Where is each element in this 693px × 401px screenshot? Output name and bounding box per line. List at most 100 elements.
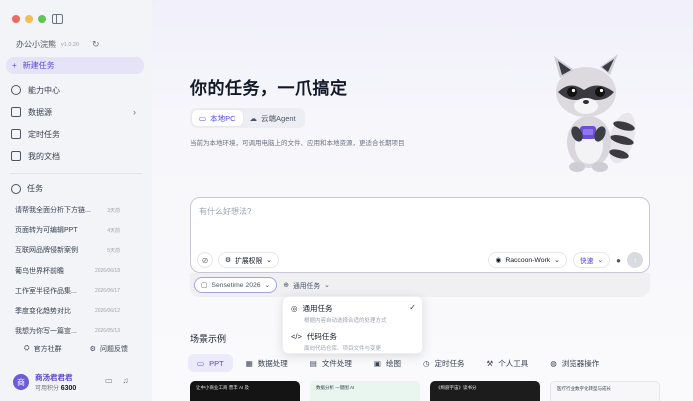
maximize-window-button[interactable] bbox=[38, 15, 46, 23]
scene-card-title: 数据分析 一键图 AI bbox=[316, 385, 355, 390]
agent-label: Raccoon-Work bbox=[505, 256, 551, 264]
sidebar-item-capability[interactable]: 能力中心 bbox=[0, 79, 152, 101]
task-title: 请帮我全面分析下方链... bbox=[15, 207, 91, 215]
task-title: 季度变化趋势对比 bbox=[15, 308, 71, 316]
tasks-heading: 任务 bbox=[11, 183, 43, 194]
category-tabs: ▭ PPT ▦ 数据处理 ▤ 文件处理 ▣ 绘图 ◷ 定时任务 ⚒ 个人工具 ◍… bbox=[188, 353, 608, 373]
task-item[interactable]: 互联网品牌侵新案例 5天前 bbox=[0, 240, 152, 260]
tab-browser[interactable]: ◍ 浏览器操作 bbox=[541, 354, 608, 372]
chevron-down-icon: ⌄ bbox=[264, 282, 271, 289]
send-button[interactable]: ↑ bbox=[627, 252, 643, 268]
sidebar-nav: 能力中心 数据源 › 定时任务 我的文档 bbox=[0, 79, 152, 167]
raccoon-icon: ◉ bbox=[495, 257, 502, 264]
task-item[interactable]: 工作室半径作品集... 2026/06/17 bbox=[0, 281, 152, 301]
community-link[interactable]: ⛭ 官方社群 bbox=[24, 344, 62, 354]
microphone-icon[interactable]: ● bbox=[616, 256, 621, 265]
sidebar-divider bbox=[10, 173, 142, 174]
sidebar-item-scheduled[interactable]: 定时任务 bbox=[0, 123, 152, 145]
raccoon-mascot-image bbox=[554, 54, 636, 172]
option-desc: 面向代码仓库、项目文件与变更 bbox=[304, 346, 382, 352]
tab-label: 云端Agent bbox=[261, 113, 296, 123]
option-title: 通用任务 bbox=[302, 304, 333, 313]
dropdown-option-general[interactable]: ◎ 通用任务 根据内容自动选择合适的处理方式 ✓ bbox=[291, 303, 416, 324]
scene-card-title: 医疗行业数字化转型与成长 bbox=[557, 386, 611, 391]
paperclip-icon: ⊘ bbox=[201, 255, 209, 265]
scene-card[interactable]: 《绚丽宇宙》读书分 bbox=[430, 381, 540, 401]
cloud-icon: ☁ bbox=[249, 113, 258, 123]
sidebar-item-label: 定时任务 bbox=[28, 129, 60, 139]
expand-permission-button[interactable]: ⚙ 扩展权限 ⌄ bbox=[218, 252, 279, 268]
arrow-up-icon: ↑ bbox=[633, 255, 637, 265]
database-icon bbox=[11, 107, 21, 117]
sidebar-item-label: 我的文档 bbox=[28, 151, 60, 161]
avatar: 商 bbox=[13, 374, 29, 390]
user-profile[interactable]: 商 商汤君君君 可用积分 6300 bbox=[13, 372, 76, 392]
monitor-icon: ▭ bbox=[199, 113, 207, 123]
prompt-actions: ⊘ ⚙ 扩展权限 ⌄ ◉ Raccoon-Work ⌄ 快速 ⌄ ● ↑ bbox=[197, 252, 643, 268]
wallet-icon[interactable]: ▭ bbox=[105, 376, 113, 385]
dropdown-option-code[interactable]: </> 代码任务 面向代码仓库、项目文件与变更 bbox=[291, 331, 416, 352]
task-title: 页面转为可编辑PPT bbox=[15, 227, 78, 235]
task-type-select[interactable]: ⊕ 通用任务 ⌄ bbox=[283, 280, 330, 290]
tab-ppt[interactable]: ▭ PPT bbox=[188, 354, 233, 372]
minimize-window-button[interactable] bbox=[25, 15, 33, 23]
tab-local-pc[interactable]: ▭ 本地PC bbox=[192, 110, 243, 126]
task-date: 2026/05/13 bbox=[94, 328, 120, 335]
settings-icon: ⚙ bbox=[225, 257, 232, 264]
environment-hint: 当前为本地环境，可调用电脑上的文件、应用和本地资源，更适合长期项目 bbox=[190, 140, 405, 147]
sidebar-item-documents[interactable]: 我的文档 bbox=[0, 145, 152, 167]
prompt-input[interactable]: 有什么好想法? bbox=[199, 206, 251, 217]
sidebar: 办公小浣熊 v1.0.20 ↻ + 新建任务 能力中心 数据源 › 定时任务 我… bbox=[0, 0, 152, 401]
model-select[interactable]: ▢ Sensetime 2026 ⌄ bbox=[194, 277, 278, 293]
speed-label: 快速 bbox=[579, 258, 594, 265]
tab-label: 个人工具 bbox=[498, 358, 529, 368]
feedback-link[interactable]: ⚙ 问题反馈 bbox=[90, 344, 128, 354]
new-task-label: 新建任务 bbox=[22, 61, 55, 70]
scene-card[interactable]: 数据分析 一键图 AI bbox=[310, 381, 420, 401]
speed-select[interactable]: 快速 ⌄ bbox=[572, 252, 611, 268]
globe-icon: ◍ bbox=[550, 358, 557, 368]
user-name: 商汤君君君 bbox=[35, 373, 73, 382]
brand-name: 办公小浣熊 bbox=[16, 40, 56, 49]
sidebar-toggle-icon[interactable] bbox=[52, 14, 63, 24]
task-title: 我想为你写一篇宣... bbox=[15, 328, 77, 336]
tab-cloud-agent[interactable]: ☁ 云端Agent bbox=[243, 110, 303, 126]
tab-file-processing[interactable]: ▤ 文件处理 bbox=[301, 354, 361, 372]
chevron-down-icon: ⌄ bbox=[266, 257, 272, 264]
attach-button[interactable]: ⊘ bbox=[197, 252, 213, 268]
page-title: 你的任务，一爪搞定 bbox=[190, 79, 348, 98]
task-item[interactable]: 季度变化趋势对比 2026/06/12 bbox=[0, 301, 152, 321]
chevron-down-icon: ⌄ bbox=[554, 257, 560, 264]
close-window-button[interactable] bbox=[12, 15, 20, 23]
task-date: 2026/06/18 bbox=[94, 267, 120, 274]
tab-scheduled[interactable]: ◷ 定时任务 bbox=[414, 354, 474, 372]
chevron-right-icon: › bbox=[133, 107, 136, 117]
scene-card[interactable]: 让中小商业工商 营丰 AI 及 bbox=[190, 381, 300, 401]
task-item[interactable]: 页面转为可编辑PPT 4天前 bbox=[0, 220, 152, 240]
agent-select[interactable]: ◉ Raccoon-Work ⌄ bbox=[488, 252, 567, 268]
new-task-button[interactable]: + 新建任务 bbox=[6, 57, 144, 74]
task-item[interactable]: 请帮我全面分析下方链... 3天前 bbox=[0, 200, 152, 220]
version-label: v1.0.20 bbox=[61, 41, 80, 48]
task-item[interactable]: 葡乌世界杯前瞻 2026/06/18 bbox=[0, 261, 152, 281]
tab-drawing[interactable]: ▣ 绘图 bbox=[365, 354, 410, 372]
code-icon: </> bbox=[291, 332, 302, 341]
scene-card[interactable]: 医疗行业数字化转型与成长 bbox=[550, 381, 660, 401]
sidebar-item-datasource[interactable]: 数据源 › bbox=[0, 101, 152, 123]
bottom-links: ⛭ 官方社群 ⚙ 问题反馈 bbox=[0, 344, 152, 354]
bell-icon[interactable]: ♫ bbox=[123, 376, 129, 385]
tab-label: 定时任务 bbox=[434, 358, 465, 368]
tab-personal-tools[interactable]: ⚒ 个人工具 bbox=[478, 354, 538, 372]
task-item[interactable]: 我想为你写一篇宣... 2026/05/13 bbox=[0, 321, 152, 341]
task-date: 4天前 bbox=[107, 227, 120, 234]
refresh-icon[interactable]: ↻ bbox=[92, 39, 100, 50]
tab-data-processing[interactable]: ▦ 数据处理 bbox=[237, 354, 297, 372]
model-toolbar: ▢ Sensetime 2026 ⌄ ⊕ 通用任务 ⌄ bbox=[190, 273, 650, 297]
tab-label: 浏览器操作 bbox=[561, 358, 600, 368]
calendar-icon bbox=[11, 129, 21, 139]
task-title: 葡乌世界杯前瞻 bbox=[15, 267, 64, 275]
scene-examples-title: 场景示例 bbox=[190, 334, 227, 344]
task-list: 请帮我全面分析下方链... 3天前 页面转为可编辑PPT 4天前 互联网品牌侵新… bbox=[0, 200, 152, 341]
table-icon: ▦ bbox=[245, 358, 253, 368]
sidebar-item-label: 能力中心 bbox=[28, 85, 60, 95]
